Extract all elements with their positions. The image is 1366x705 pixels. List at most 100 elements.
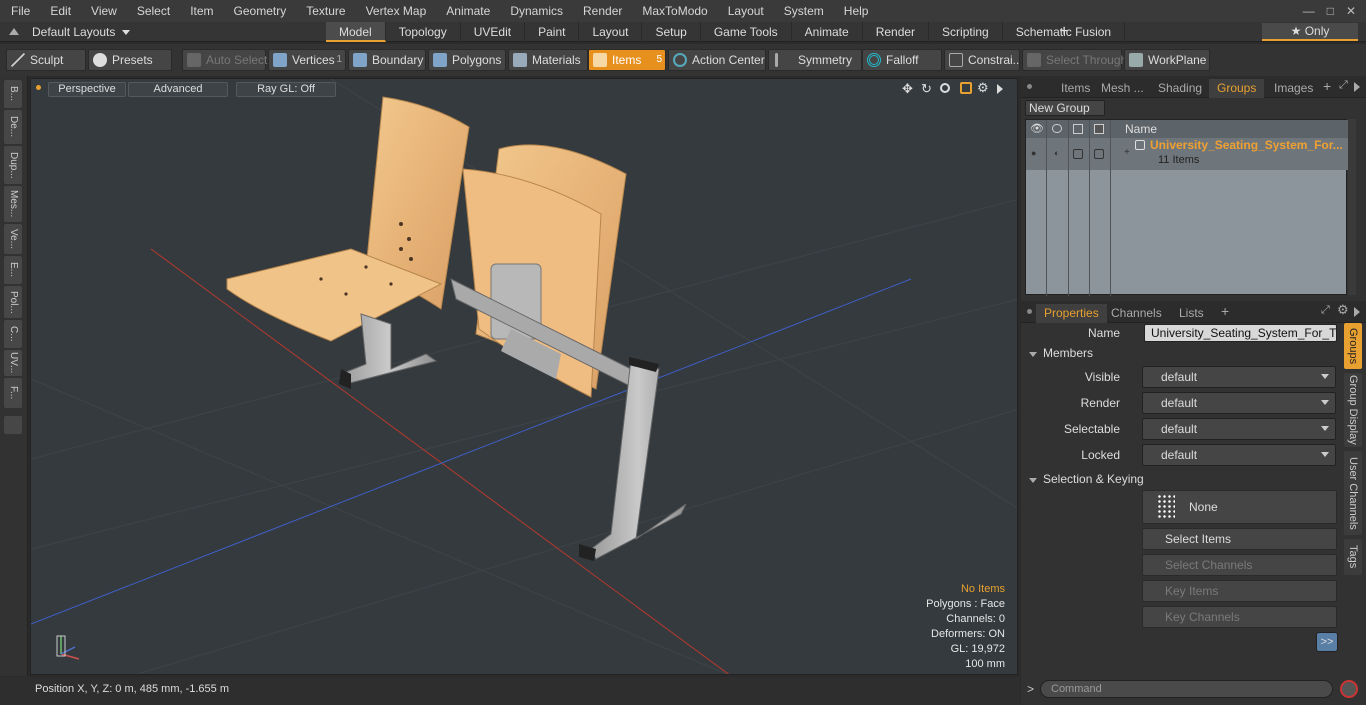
- menu-file[interactable]: File: [0, 0, 39, 22]
- members-section[interactable]: Members: [1029, 344, 1093, 362]
- render-dropdown[interactable]: default: [1142, 392, 1336, 414]
- render-icon[interactable]: [1052, 124, 1062, 133]
- add-tab-icon[interactable]: +: [1323, 78, 1331, 94]
- strip-tab-8[interactable]: C...: [4, 320, 22, 348]
- more-button[interactable]: >>: [1316, 632, 1338, 652]
- select-through-button[interactable]: Select Through: [1022, 49, 1127, 71]
- select-icon[interactable]: [1094, 149, 1104, 159]
- render-icon[interactable]: ◐: [1054, 148, 1059, 158]
- tab-uvedit[interactable]: UVEdit: [461, 22, 526, 42]
- only-toggle[interactable]: ★ Only: [1262, 23, 1358, 41]
- visible-dropdown[interactable]: default: [1142, 366, 1336, 388]
- minimize-icon[interactable]: —: [1303, 0, 1315, 22]
- selection-keying-section[interactable]: Selection & Keying: [1029, 470, 1144, 488]
- symmetry-button[interactable]: Symmetry: [768, 49, 862, 71]
- strip-tab-6[interactable]: E...: [4, 256, 22, 284]
- menu-layout[interactable]: Layout: [717, 0, 773, 22]
- strip-tab-3[interactable]: Dup...: [4, 146, 22, 184]
- add-tab-icon[interactable]: +: [1056, 22, 1072, 42]
- side-tab-tags[interactable]: Tags: [1344, 539, 1362, 575]
- advanced-button[interactable]: Advanced: [128, 82, 228, 97]
- menu-edit[interactable]: Edit: [39, 0, 80, 22]
- constrain-button[interactable]: Constrai...: [944, 49, 1023, 71]
- tab-paint[interactable]: Paint: [525, 22, 580, 42]
- key-channels-button[interactable]: Key Channels: [1142, 606, 1337, 628]
- tab-render[interactable]: Render: [863, 22, 930, 42]
- panel-expand-icon[interactable]: ⤢: [1321, 304, 1330, 317]
- tab-properties[interactable]: Properties: [1036, 304, 1107, 323]
- menu-view[interactable]: View: [80, 0, 126, 22]
- strip-tab-2[interactable]: De...: [4, 110, 22, 144]
- group-name-input[interactable]: University_Seating_System_For_Two_: [1144, 324, 1337, 342]
- polygons-button[interactable]: Polygons: [428, 49, 506, 71]
- strip-tab-10[interactable]: F...: [4, 378, 22, 408]
- tab-groups[interactable]: Groups: [1209, 79, 1265, 98]
- rotate-icon[interactable]: ↻: [921, 81, 932, 97]
- menu-animate[interactable]: Animate: [435, 0, 499, 22]
- close-icon[interactable]: ✕: [1346, 0, 1356, 22]
- gear-icon[interactable]: ⚙: [1337, 302, 1349, 318]
- tab-lists[interactable]: Lists: [1171, 304, 1212, 323]
- locked-dropdown[interactable]: default: [1142, 444, 1336, 466]
- tab-animate[interactable]: Animate: [792, 22, 863, 42]
- action-center-button[interactable]: Action Center: [668, 49, 766, 71]
- tab-setup[interactable]: Setup: [642, 22, 701, 42]
- menu-help[interactable]: Help: [833, 0, 878, 22]
- gear-icon[interactable]: ⚙: [977, 80, 989, 96]
- select-items-button[interactable]: Select Items: [1142, 528, 1337, 550]
- fit-icon[interactable]: [960, 82, 972, 94]
- tab-items[interactable]: Items: [1053, 79, 1098, 98]
- groups-scrollbar[interactable]: [1348, 119, 1356, 295]
- tab-mesh[interactable]: Mesh ...: [1093, 79, 1152, 98]
- perspective-button[interactable]: Perspective: [48, 82, 126, 97]
- none-button[interactable]: None: [1142, 490, 1337, 524]
- lock-icon[interactable]: [1073, 149, 1083, 159]
- presets-button[interactable]: Presets: [88, 49, 172, 71]
- record-icon[interactable]: [1340, 680, 1358, 698]
- falloff-button[interactable]: Falloff: [862, 49, 942, 71]
- sculpt-button[interactable]: Sculpt: [6, 49, 86, 71]
- items-button[interactable]: Items 5: [588, 49, 666, 71]
- tab-shading[interactable]: Shading: [1150, 79, 1210, 98]
- expand-icon[interactable]: +: [1124, 147, 1130, 158]
- key-items-button[interactable]: Key Items: [1142, 580, 1337, 602]
- maximize-icon[interactable]: □: [1327, 0, 1334, 22]
- materials-button[interactable]: Materials: [508, 49, 588, 71]
- auto-select-button[interactable]: Auto Select: [182, 49, 267, 71]
- strip-tab-extra[interactable]: [4, 416, 22, 434]
- move-icon[interactable]: ✥: [902, 81, 913, 97]
- layout-collapse-icon[interactable]: [9, 28, 19, 35]
- strip-tab-1[interactable]: B...: [4, 80, 22, 108]
- panel-menu-dot[interactable]: [1027, 309, 1032, 314]
- layouts-dropdown[interactable]: Default Layouts: [32, 22, 130, 42]
- menu-item[interactable]: Item: [179, 0, 222, 22]
- zoom-icon[interactable]: [940, 83, 950, 93]
- menu-geometry[interactable]: Geometry: [223, 0, 296, 22]
- strip-tab-5[interactable]: Ve...: [4, 224, 22, 254]
- panel-options-icon[interactable]: [1354, 82, 1360, 92]
- select-icon[interactable]: [1094, 124, 1104, 134]
- new-group-button[interactable]: New Group: [1025, 100, 1105, 116]
- tab-images[interactable]: Images: [1266, 79, 1321, 98]
- tab-topology[interactable]: Topology: [386, 22, 461, 42]
- tab-game-tools[interactable]: Game Tools: [701, 22, 792, 42]
- eye-icon[interactable]: ●: [1031, 148, 1036, 158]
- menu-render[interactable]: Render: [572, 0, 631, 22]
- selectable-dropdown[interactable]: default: [1142, 418, 1336, 440]
- menu-select[interactable]: Select: [126, 0, 179, 22]
- vertices-button[interactable]: Vertices 1: [268, 49, 346, 71]
- command-input[interactable]: Command: [1040, 680, 1333, 698]
- boundary-button[interactable]: Boundary: [348, 49, 426, 71]
- 3d-viewport[interactable]: Perspective Advanced Ray GL: Off ✥ ↻ ⚙ N…: [30, 78, 1018, 675]
- raygl-button[interactable]: Ray GL: Off: [236, 82, 336, 97]
- panel-menu-dot[interactable]: [1027, 84, 1032, 89]
- tab-channels[interactable]: Channels: [1103, 304, 1170, 323]
- tab-layout[interactable]: Layout: [579, 22, 643, 42]
- strip-tab-4[interactable]: Mes...: [4, 186, 22, 222]
- strip-tab-7[interactable]: Pol...: [4, 286, 22, 318]
- workplane-button[interactable]: WorkPlane: [1124, 49, 1210, 71]
- menu-system[interactable]: System: [773, 0, 833, 22]
- panel-options-icon[interactable]: [1354, 307, 1360, 317]
- menu-maxtomodo[interactable]: MaxToModo: [631, 0, 716, 22]
- menu-texture[interactable]: Texture: [295, 0, 354, 22]
